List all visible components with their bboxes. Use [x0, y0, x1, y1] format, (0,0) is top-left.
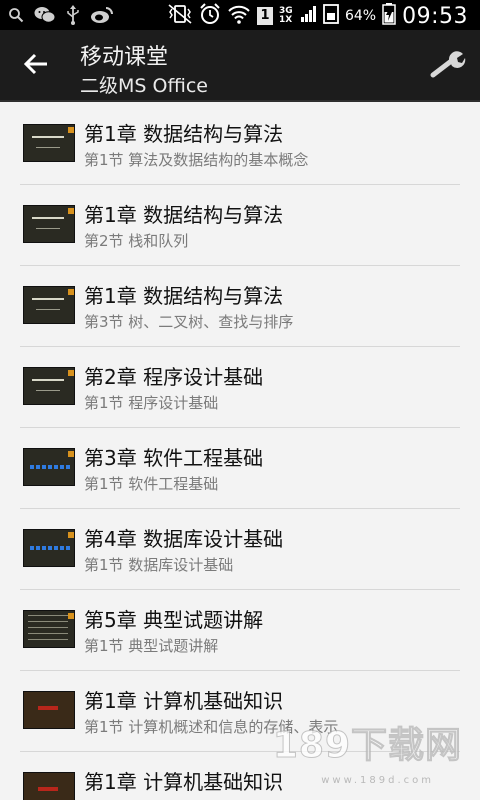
list-item[interactable]: 第1章 数据结构与算法 第3节 树、二叉树、查找与排序 [20, 266, 460, 347]
lesson-title: 第1章 数据结构与算法 [84, 203, 284, 227]
lesson-title: 第1章 数据结构与算法 [84, 122, 284, 146]
lesson-title: 第1章 计算机基础知识 [84, 689, 284, 713]
lesson-thumbnail [23, 286, 75, 324]
list-item[interactable]: 第5章 典型试题讲解 第1节 典型试题讲解 [20, 590, 460, 671]
lesson-subtitle: 第3节 树、二叉树、查找与排序 [84, 313, 294, 331]
clock: 09:53 [402, 3, 468, 29]
notification-icons [8, 5, 114, 29]
lesson-subtitle: 第1节 典型试题讲解 [84, 637, 219, 655]
lesson-subtitle: 第1节 程序设计基础 [84, 394, 219, 412]
sd-card-icon [323, 4, 339, 28]
system-indicators: 1 3G 1X 64% 09:53 [167, 3, 468, 29]
list-item[interactable]: 第3章 软件工程基础 第1节 软件工程基础 [20, 428, 460, 509]
status-bar: 1 3G 1X 64% 09:53 [0, 0, 480, 30]
wrench-icon [430, 50, 466, 82]
battery-percent: 64% [344, 8, 377, 24]
lesson-subtitle: 第1节 算法及数据结构的基本概念 [84, 151, 309, 169]
lesson-thumbnail [23, 124, 75, 162]
list-item[interactable]: 第2章 程序设计基础 第1节 程序设计基础 [20, 347, 460, 428]
page-title: 移动课堂 [80, 45, 169, 70]
page-subtitle: 二级MS Office [80, 75, 208, 97]
list-item[interactable]: 第1章 数据结构与算法 第1节 算法及数据结构的基本概念 [20, 104, 460, 185]
watermark-logo: 189下载网 [272, 725, 462, 767]
lesson-subtitle: 第1节 软件工程基础 [84, 475, 219, 493]
lesson-thumbnail [23, 772, 75, 800]
lesson-title: 第4章 数据库设计基础 [84, 527, 284, 551]
network-type: 3G 1X [278, 6, 293, 25]
lesson-thumbnail [23, 610, 75, 648]
lesson-thumbnail [23, 448, 75, 486]
lesson-title: 第1章 数据结构与算法 [84, 284, 284, 308]
list-item[interactable]: 第4章 数据库设计基础 第1节 数据库设计基础 [20, 509, 460, 590]
lesson-thumbnail [23, 367, 75, 405]
lesson-thumbnail [23, 205, 75, 243]
usb-icon [66, 5, 80, 29]
lesson-thumbnail [23, 691, 75, 729]
search-icon [8, 7, 24, 27]
action-bar: 移动课堂 二级MS Office [0, 30, 480, 102]
lesson-title: 第1章 计算机基础知识 [84, 770, 284, 794]
sim-badge: 1 [256, 7, 273, 25]
lesson-title: 第2章 程序设计基础 [84, 365, 264, 389]
wechat-icon [34, 6, 56, 28]
lesson-subtitle: 第2节 栈和队列 [84, 232, 189, 250]
weibo-icon [90, 6, 114, 28]
alarm-icon [199, 3, 221, 29]
signal-icon [300, 6, 317, 26]
lesson-title: 第3章 软件工程基础 [84, 446, 264, 470]
back-button[interactable] [16, 48, 56, 84]
lesson-list: 第1章 数据结构与算法 第1节 算法及数据结构的基本概念 第1章 数据结构与算法… [0, 104, 480, 800]
list-item[interactable]: 第1章 数据结构与算法 第2节 栈和队列 [20, 185, 460, 266]
vibrate-icon [167, 4, 193, 28]
watermark-url: www.189d.com [321, 775, 434, 786]
wifi-icon [227, 4, 251, 28]
back-arrow-icon [23, 53, 49, 79]
lesson-subtitle: 第1节 数据库设计基础 [84, 556, 234, 574]
lesson-title: 第5章 典型试题讲解 [84, 608, 264, 632]
lesson-thumbnail [23, 529, 75, 567]
battery-icon [382, 3, 396, 29]
settings-button[interactable] [428, 50, 468, 82]
